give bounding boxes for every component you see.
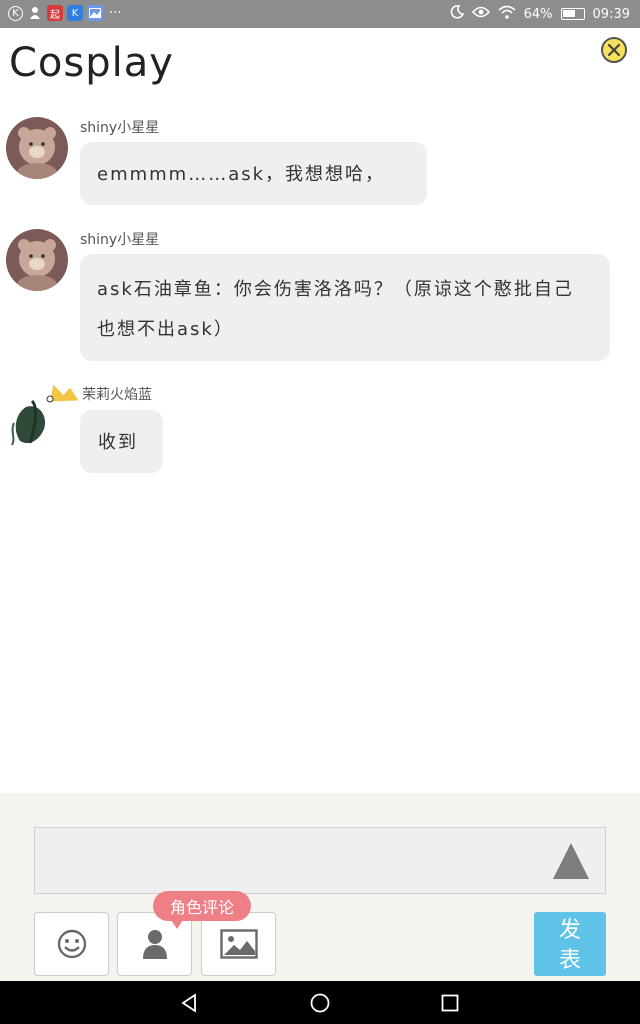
emoji-button[interactable] [34, 912, 109, 976]
k-app-icon: K [67, 5, 83, 21]
username[interactable]: shiny小星星 [80, 229, 159, 249]
comment-input[interactable] [34, 827, 606, 894]
back-icon[interactable] [180, 993, 198, 1013]
system-status: 64% 09:39 [450, 5, 630, 23]
role-comment-tooltip: 角色评论 [153, 891, 251, 929]
teddy-bear-avatar [6, 117, 68, 179]
battery-icon [560, 8, 585, 20]
user-avatar[interactable] [6, 383, 79, 446]
page-title: Cosplay [9, 40, 174, 86]
username[interactable]: 茉莉火焰蓝 [82, 384, 152, 404]
eye-icon [471, 6, 490, 22]
emoji-icon [57, 929, 86, 959]
teddy-bear-avatar [6, 229, 68, 291]
post-button-label: 发表 [558, 918, 581, 973]
gallery-icon [87, 5, 103, 21]
image-button[interactable] [201, 912, 276, 976]
person-icon [27, 5, 43, 21]
user-avatar[interactable] [6, 117, 68, 179]
username[interactable]: shiny小星星 [80, 117, 159, 137]
recents-icon[interactable] [441, 994, 459, 1012]
wifi-icon [498, 5, 516, 23]
more-notifications: ··· [109, 5, 122, 21]
expand-arrow-icon[interactable] [553, 843, 589, 879]
message-bubble: 收到 [80, 410, 163, 473]
plant-crown-avatar [11, 384, 79, 446]
post-button[interactable]: 发表 [534, 912, 606, 976]
image-icon [219, 929, 258, 959]
message-bubble: emmmm……ask，我想想哈， [80, 142, 427, 205]
status-bar: K 起 K ··· 64% 09:39 [0, 0, 640, 28]
qidian-icon: 起 [47, 5, 63, 21]
battery-percent: 64% [523, 6, 553, 22]
close-button[interactable] [601, 37, 627, 63]
k-circle-icon: K [8, 5, 23, 21]
close-icon [607, 43, 621, 57]
message-bubble: ask石油章鱼：你会伤害洛洛吗？（原谅这个憨批自己也想不出ask） [80, 254, 610, 361]
clock: 09:39 [592, 6, 630, 22]
user-avatar[interactable] [6, 229, 68, 291]
moon-icon [450, 5, 464, 23]
notification-icons: K 起 K ··· [8, 5, 121, 21]
system-navigation-bar [0, 981, 640, 1024]
role-icon [142, 930, 167, 959]
home-icon[interactable] [310, 993, 330, 1013]
